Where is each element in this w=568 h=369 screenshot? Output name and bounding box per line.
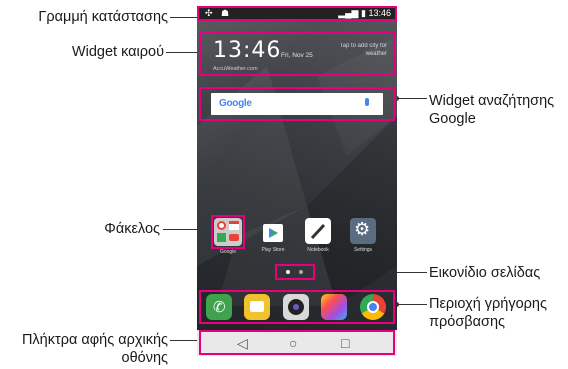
leader-quick-access [396, 304, 427, 305]
play-store-icon[interactable] [260, 218, 286, 244]
label-folder: Φάκελος [104, 221, 160, 237]
pen-glyph [310, 223, 326, 240]
settings-icon[interactable]: ⚙ [350, 218, 376, 244]
label-touch-keys-1: Πλήκτρα αφής αρχικής [21, 332, 168, 348]
play-store-glyph [263, 224, 283, 242]
leader-weather [166, 52, 200, 53]
app-label-play-store: Play Store [261, 247, 285, 253]
notebook-icon[interactable] [305, 218, 331, 244]
highlight-touch-keys [199, 330, 395, 355]
label-quick-access-1: Περιοχή γρήγορης [429, 296, 547, 312]
label-google-widget-1: Widget αναζήτησης [429, 93, 555, 109]
app-label-settings: Settings [353, 247, 373, 253]
label-touch-keys-2: οθόνης [121, 350, 169, 366]
phone-screen: ✣ ☗ ▂▄▆ ▮ 13:46 13:46 Fri, Nov 25 Tap to… [197, 6, 397, 356]
highlight-google-widget [199, 87, 395, 121]
leader-google-widget [396, 98, 427, 99]
highlight-quick-access [199, 290, 395, 324]
highlight-status-bar [197, 6, 397, 21]
label-google-widget-2: Google [429, 111, 476, 127]
label-status-bar: Γραμμή κατάστασης [38, 9, 168, 25]
highlight-page-indicator [275, 264, 315, 280]
label-weather-widget: Widget καιρού [71, 44, 164, 60]
highlight-weather-widget [199, 32, 395, 76]
folder-label: Google [219, 249, 237, 255]
gear-icon: ⚙ [354, 219, 371, 239]
highlight-folder [211, 215, 245, 249]
label-page-icon: Εικονίδιο σελίδας [429, 265, 541, 281]
label-quick-access-2: πρόσβασης [429, 314, 505, 330]
app-label-notebook: Notebook [307, 247, 329, 253]
